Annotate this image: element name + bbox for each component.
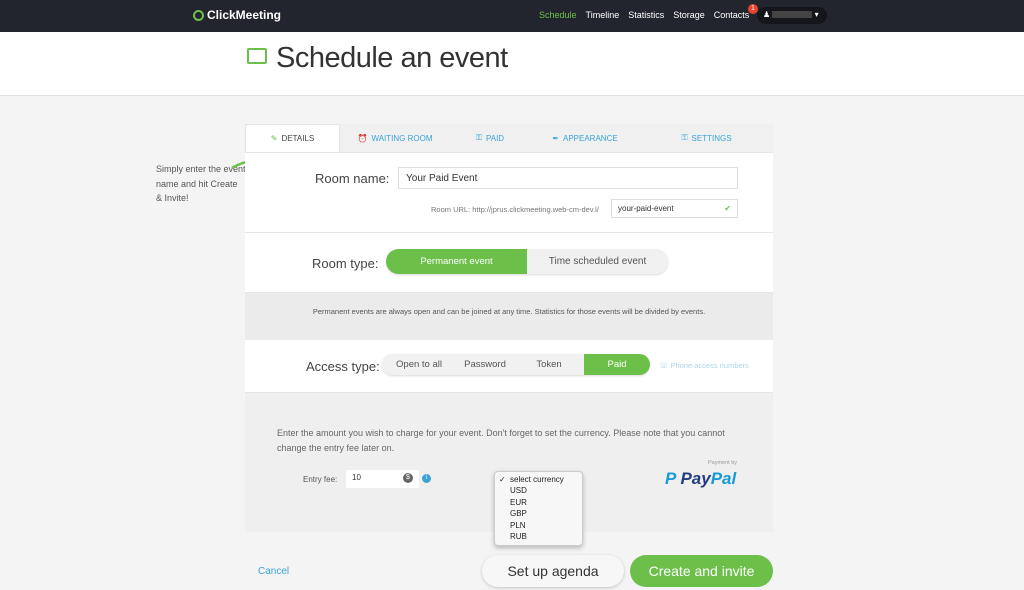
tab-waiting-room[interactable]: ⏰ WAITING ROOM <box>340 124 450 152</box>
phone-icon: ☏ <box>659 361 669 370</box>
nav-timeline[interactable]: Timeline <box>586 10 620 20</box>
checkmark-icon: ✓ <box>499 475 506 484</box>
set-up-agenda-button[interactable]: Set up agenda <box>482 555 624 587</box>
token-option[interactable]: Token <box>514 354 584 375</box>
time-scheduled-option[interactable]: Time scheduled event <box>527 249 668 274</box>
room-type-info: Permanent events are always open and can… <box>245 293 773 340</box>
currency-option[interactable]: USD <box>495 486 582 497</box>
payment-by-label: Payment by <box>708 460 738 466</box>
logo-icon <box>193 9 204 21</box>
tab-paid[interactable]: ⚿ PAID <box>450 124 530 152</box>
wrench-icon: ⚿ <box>681 133 688 142</box>
user-menu[interactable]: ♟ ▾ <box>757 7 827 24</box>
pencil-icon: ✎ <box>270 134 278 143</box>
currency-icon: $ <box>403 473 413 483</box>
currency-option[interactable]: ✓ select currency <box>495 475 582 486</box>
currency-option[interactable]: GBP <box>495 509 582 520</box>
top-nav: ClickMeeting Schedule Timeline Statistic… <box>0 0 1024 36</box>
entry-fee-input[interactable]: 10 $ <box>346 470 419 488</box>
open-to-all-option[interactable]: Open to all <box>382 354 456 375</box>
tab-settings[interactable]: ⚿ SETTINGS <box>640 124 773 152</box>
currency-option[interactable]: PLN <box>495 521 582 532</box>
room-url-input[interactable]: your-paid-event ✔ <box>611 199 738 218</box>
currency-option[interactable]: RUB <box>495 532 582 543</box>
schedule-icon <box>247 48 267 64</box>
cancel-link[interactable]: Cancel <box>258 566 289 577</box>
key-icon: ⚿ <box>475 133 482 142</box>
permanent-event-option[interactable]: Permanent event <box>386 249 527 274</box>
create-and-invite-button[interactable]: Create and invite <box>630 555 773 587</box>
nav-schedule[interactable]: Schedule <box>539 10 577 36</box>
paid-info: Enter the amount you wish to charge for … <box>277 428 725 453</box>
info-icon[interactable]: i <box>422 474 431 483</box>
phone-access-link[interactable]: ☏ Phone access numbers <box>659 361 749 370</box>
paypal-logo: P PayPal <box>665 469 737 488</box>
check-icon: ✔ <box>724 204 731 213</box>
brush-icon: ✒ <box>552 133 559 143</box>
paid-option[interactable]: Paid <box>584 354 650 375</box>
room-name-input[interactable]: Your Paid Event <box>398 167 738 189</box>
chevron-down-icon: ▾ <box>814 10 819 19</box>
room-name-label: Room name: <box>315 171 390 186</box>
user-icon: ♟ <box>763 10 771 19</box>
nav-contacts[interactable]: Contacts <box>714 10 750 20</box>
currency-dropdown[interactable]: ✓ select currency USD EUR GBP PLN RUB <box>494 471 583 546</box>
page-header: Schedule an event <box>0 32 1024 96</box>
nav-statistics[interactable]: Statistics <box>628 10 664 20</box>
entry-fee-label: Entry fee: <box>303 475 338 484</box>
password-option[interactable]: Password <box>456 354 514 375</box>
tab-appearance[interactable]: ✒ APPEARANCE <box>530 124 640 152</box>
tab-details[interactable]: ✎ DETAILS <box>245 124 340 152</box>
room-type-label: Room type: <box>312 256 379 271</box>
page-title: Schedule an event <box>276 42 508 74</box>
currency-option[interactable]: EUR <box>495 498 582 509</box>
access-type-label: Access type: <box>306 359 380 374</box>
nav-storage[interactable]: Storage <box>673 10 705 20</box>
alarm-clock-icon: ⏰ <box>357 133 368 143</box>
room-url-label: Room URL: http://jprus.clickmeeting.web-… <box>431 205 599 214</box>
logo[interactable]: ClickMeeting <box>193 8 281 22</box>
